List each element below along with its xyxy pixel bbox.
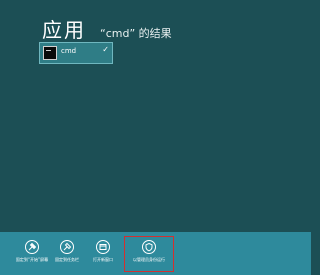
highlight-box	[124, 236, 174, 272]
start-screen-search: 应用 “cmd” 的结果 cmd ✓ 固定到“开始”屏幕 固定到任务栏 打开新窗…	[0, 0, 311, 275]
app-tile-cmd[interactable]: cmd ✓	[39, 42, 113, 64]
search-query-subtitle: “cmd” 的结果	[100, 27, 172, 40]
page-title: 应用	[42, 18, 86, 42]
selected-check-icon: ✓	[102, 45, 109, 54]
open-new-window-button[interactable]: 打开新窗口	[83, 236, 123, 262]
pin-taskbar-icon	[60, 240, 74, 254]
pin-icon	[25, 240, 39, 254]
pin-to-taskbar-button[interactable]: 固定到任务栏	[47, 236, 87, 262]
command-prompt-icon	[43, 46, 57, 60]
pin-to-start-label: 固定到“开始”屏幕	[15, 257, 49, 262]
new-window-icon	[96, 240, 110, 254]
pin-to-start-button[interactable]: 固定到“开始”屏幕	[12, 236, 52, 262]
open-new-window-label: 打开新窗口	[93, 257, 113, 262]
app-tile-label: cmd	[61, 47, 77, 55]
search-results-header: 应用 “cmd” 的结果	[42, 14, 172, 43]
pin-to-taskbar-label: 固定到任务栏	[55, 257, 79, 262]
